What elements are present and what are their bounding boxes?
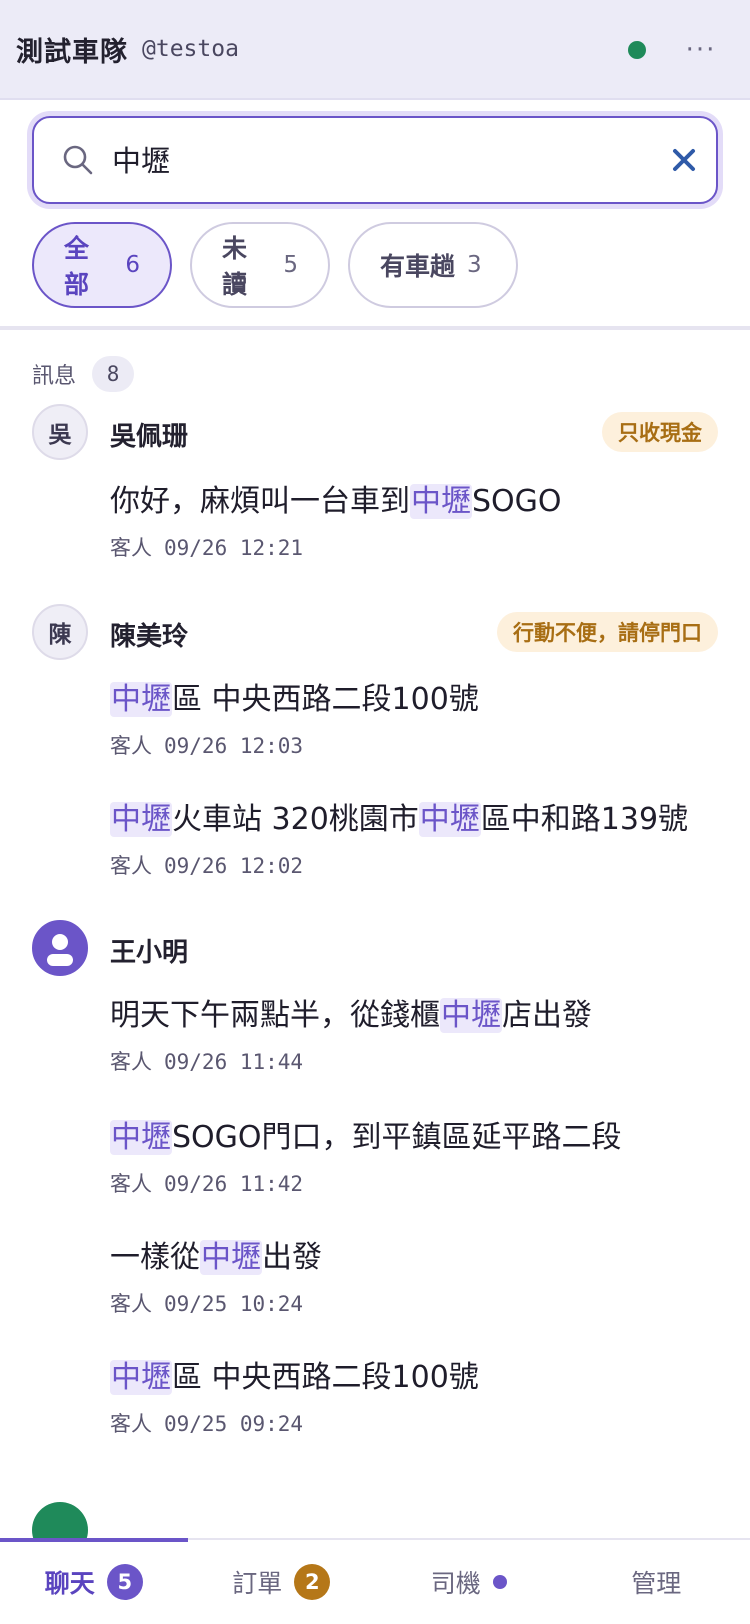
fleet-title: 測試車隊 bbox=[16, 36, 128, 68]
notification-dot bbox=[492, 1575, 507, 1589]
message-sender: 客人 bbox=[110, 536, 152, 560]
search-highlight: 中壢 bbox=[110, 1120, 172, 1155]
message-text: 你好，麻煩叫一台車到中壢SOGO bbox=[110, 482, 730, 522]
close-icon bbox=[673, 149, 695, 171]
message-meta: 客人 09/26 11:42 bbox=[110, 1168, 730, 1198]
message-time: 09/26 12:21 bbox=[164, 536, 304, 560]
avatar: 吳 bbox=[32, 404, 88, 460]
message-text-segment: SOGO門口，到平鎮區延平路二段 bbox=[172, 1120, 622, 1155]
tab-chat[interactable]: 聊天 5 bbox=[0, 1538, 188, 1624]
tab-drivers[interactable]: 司機 bbox=[375, 1540, 563, 1624]
message-time: 09/26 11:42 bbox=[164, 1172, 304, 1196]
section-count-badge: 8 bbox=[92, 356, 135, 392]
message-item[interactable]: 中壢區 中央西路二段100號 客人 09/26 12:03 bbox=[110, 680, 730, 760]
message-time: 09/25 10:24 bbox=[164, 1292, 304, 1316]
message-meta: 客人 09/26 12:03 bbox=[110, 730, 730, 760]
message-sender: 客人 bbox=[110, 1412, 152, 1436]
clear-search-button[interactable] bbox=[664, 140, 704, 180]
message-text: 中壢SOGO門口，到平鎮區延平路二段 bbox=[110, 1118, 730, 1158]
search-box bbox=[32, 116, 718, 204]
message-meta: 客人 09/25 09:24 bbox=[110, 1408, 730, 1438]
message-text-segment: 出發 bbox=[262, 1240, 322, 1275]
tab-label: 司機 bbox=[430, 1569, 481, 1598]
message-text-segment: 一樣從 bbox=[110, 1240, 200, 1275]
message-sender: 客人 bbox=[110, 734, 152, 758]
message-text-segment: 你好，麻煩叫一台車到 bbox=[110, 484, 410, 519]
filter-has-trip-chip[interactable]: 有車趟 3 bbox=[348, 222, 518, 308]
message-time: 09/26 12:02 bbox=[164, 854, 304, 878]
tab-orders[interactable]: 訂單 2 bbox=[188, 1540, 376, 1624]
search-icon bbox=[63, 145, 93, 175]
message-item[interactable]: 你好，麻煩叫一台車到中壢SOGO 客人 09/26 12:21 bbox=[110, 482, 730, 562]
message-item[interactable]: 明天下午兩點半，從錢櫃中壢店出發 客人 09/26 11:44 bbox=[110, 996, 730, 1076]
message-meta: 客人 09/26 12:21 bbox=[110, 532, 730, 562]
order-count-badge: 2 bbox=[294, 1564, 331, 1600]
message-sender: 客人 bbox=[110, 1172, 152, 1196]
message-meta: 客人 09/26 12:02 bbox=[110, 850, 730, 880]
search-input[interactable] bbox=[112, 128, 632, 190]
message-text-segment: 區 中央西路二段100號 bbox=[172, 682, 479, 717]
message-sender: 客人 bbox=[110, 854, 152, 878]
unread-badge: 5 bbox=[106, 1564, 143, 1600]
message-text-segment: 區中和路139號 bbox=[480, 802, 689, 837]
search-highlight: 中壢 bbox=[110, 802, 172, 837]
search-highlight: 中壢 bbox=[418, 802, 481, 837]
message-text: 中壢區 中央西路二段100號 bbox=[110, 1358, 730, 1398]
message-sender: 客人 bbox=[110, 1292, 152, 1316]
section-label: 訊息 bbox=[32, 364, 77, 389]
online-status-indicator bbox=[628, 41, 646, 59]
app-header: 測試車隊 @testoa ··· bbox=[0, 0, 750, 100]
message-text-segment: SOGO bbox=[472, 484, 562, 519]
filter-chip-label: 未讀 bbox=[222, 234, 248, 299]
message-item[interactable]: 中壢區 中央西路二段100號 客人 09/25 09:24 bbox=[110, 1358, 730, 1438]
contact-tag: 只收現金 bbox=[602, 412, 718, 452]
message-text: 中壢火車站 320桃園市中壢區中和路139號 bbox=[110, 800, 730, 840]
search-highlight: 中壢 bbox=[410, 484, 472, 519]
filter-chips: 全部 6 未讀 5 有車趟 3 bbox=[32, 222, 518, 308]
filter-chip-label: 全部 bbox=[64, 234, 90, 299]
filter-chip-label: 有車趟 bbox=[380, 252, 456, 281]
contact-tag: 行動不便，請停門口 bbox=[497, 612, 718, 652]
filter-unread-chip[interactable]: 未讀 5 bbox=[190, 222, 330, 308]
search-highlight: 中壢 bbox=[200, 1240, 262, 1275]
filter-chip-count: 6 bbox=[125, 252, 140, 278]
message-time: 09/26 12:03 bbox=[164, 734, 304, 758]
search-highlight: 中壢 bbox=[110, 682, 172, 717]
contact-name: 吳佩珊 bbox=[110, 422, 189, 452]
message-text: 明天下午兩點半，從錢櫃中壢店出發 bbox=[110, 996, 730, 1036]
fleet-handle: @testoa bbox=[142, 36, 239, 62]
message-text-segment: 區 中央西路二段100號 bbox=[172, 1360, 479, 1395]
avatar: 陳 bbox=[32, 604, 88, 660]
contact-name: 陳美玲 bbox=[110, 622, 189, 652]
message-text-segment: 店出發 bbox=[502, 998, 592, 1033]
more-options-button[interactable]: ··· bbox=[676, 28, 726, 72]
message-text: 一樣從中壢出發 bbox=[110, 1238, 730, 1278]
filter-chip-count: 3 bbox=[467, 252, 482, 278]
message-meta: 客人 09/25 10:24 bbox=[110, 1288, 730, 1318]
search-highlight: 中壢 bbox=[440, 998, 502, 1033]
bottom-tab-bar: 聊天 5 訂單 2 司機 管理 bbox=[0, 1538, 750, 1624]
message-text: 中壢區 中央西路二段100號 bbox=[110, 680, 730, 720]
filter-chip-count: 5 bbox=[283, 252, 298, 278]
message-item[interactable]: 一樣從中壢出發 客人 09/25 10:24 bbox=[110, 1238, 730, 1318]
messages-section-header: 訊息 8 bbox=[32, 356, 135, 392]
tab-label: 訂單 bbox=[232, 1569, 283, 1598]
message-time: 09/25 09:24 bbox=[164, 1412, 304, 1436]
section-divider bbox=[0, 326, 750, 330]
avatar bbox=[32, 920, 88, 976]
tab-label: 聊天 bbox=[44, 1569, 95, 1598]
contact-name: 王小明 bbox=[110, 938, 189, 968]
filter-all-chip[interactable]: 全部 6 bbox=[32, 222, 172, 308]
tab-admin[interactable]: 管理 bbox=[563, 1540, 750, 1624]
message-text-segment: 火車站 320桃園市 bbox=[172, 802, 419, 837]
message-item[interactable]: 中壢SOGO門口，到平鎮區延平路二段 客人 09/26 11:42 bbox=[110, 1118, 730, 1198]
message-item[interactable]: 中壢火車站 320桃園市中壢區中和路139號 客人 09/26 12:02 bbox=[110, 800, 730, 880]
message-time: 09/26 11:44 bbox=[164, 1050, 304, 1074]
message-text-segment: 明天下午兩點半，從錢櫃 bbox=[110, 998, 440, 1033]
message-meta: 客人 09/26 11:44 bbox=[110, 1046, 730, 1076]
tab-label: 管理 bbox=[631, 1569, 682, 1598]
user-icon bbox=[47, 934, 73, 966]
message-sender: 客人 bbox=[110, 1050, 152, 1074]
search-highlight: 中壢 bbox=[110, 1360, 172, 1395]
